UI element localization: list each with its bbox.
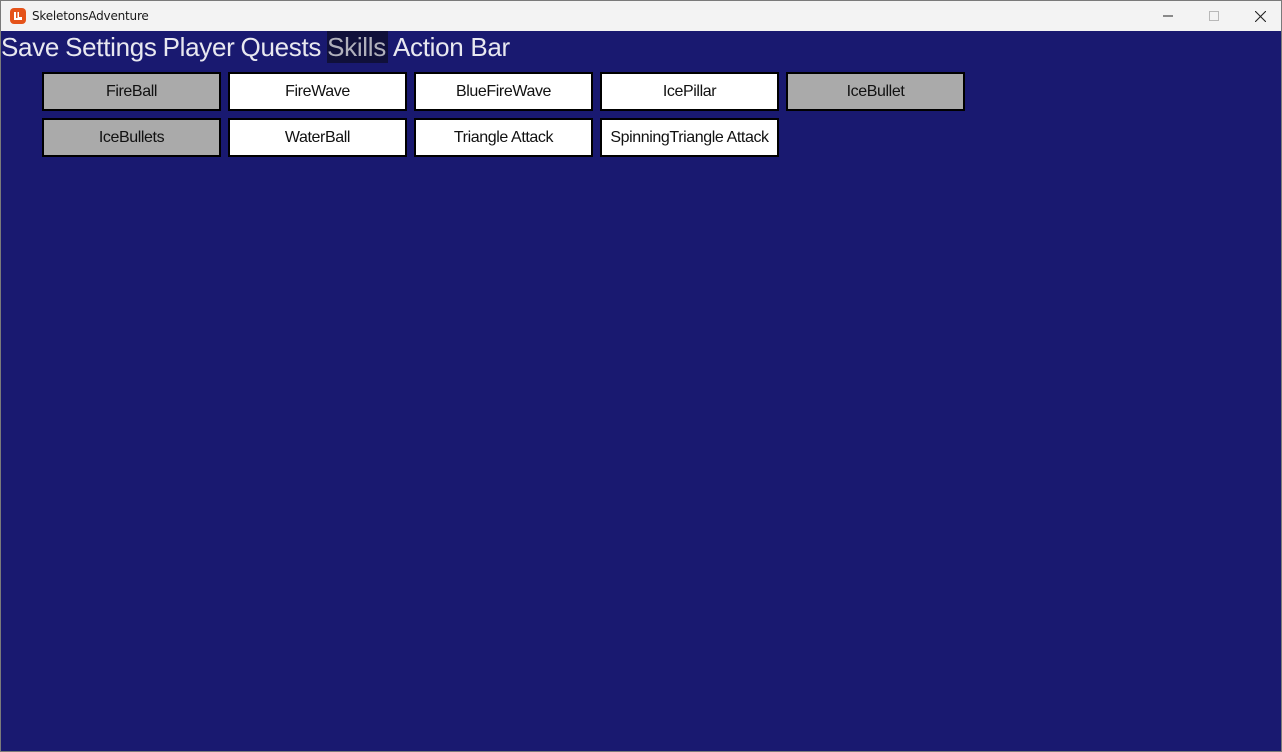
app-window: SkeletonsAdventure Save Settings Player … — [0, 0, 1282, 752]
monogame-icon — [10, 8, 26, 24]
menu-bar: Save Settings Player Quests Skills Actio… — [1, 31, 516, 63]
menu-settings[interactable]: Settings — [65, 31, 160, 63]
minimize-button[interactable] — [1145, 1, 1191, 31]
close-button[interactable] — [1237, 1, 1281, 31]
menu-action-bar[interactable]: Action Bar — [393, 31, 513, 63]
maximize-button[interactable] — [1191, 1, 1237, 31]
maximize-icon — [1209, 11, 1219, 21]
skill-icepillar-button[interactable]: IcePillar — [600, 72, 779, 111]
skill-icebullet-button[interactable]: IceBullet — [786, 72, 965, 111]
skill-firewave-button[interactable]: FireWave — [228, 72, 407, 111]
menu-quests[interactable]: Quests — [241, 31, 325, 63]
skill-icebullets-button[interactable]: IceBullets — [42, 118, 221, 157]
menu-player[interactable]: Player — [163, 31, 238, 63]
menu-save[interactable]: Save — [1, 31, 62, 63]
skills-panel: FireBall FireWave BlueFireWave IcePillar… — [42, 72, 972, 164]
close-icon — [1254, 10, 1266, 22]
title-bar[interactable]: SkeletonsAdventure — [1, 1, 1281, 31]
skill-triangle-attack-button[interactable]: Triangle Attack — [414, 118, 593, 157]
skill-spinning-triangle-attack-button[interactable]: SpinningTriangle Attack — [600, 118, 779, 157]
skill-bluefirewave-button[interactable]: BlueFireWave — [414, 72, 593, 111]
skill-row: FireBall FireWave BlueFireWave IcePillar… — [42, 72, 972, 118]
minimize-icon — [1163, 15, 1173, 17]
menu-skills[interactable]: Skills — [327, 31, 388, 63]
window-title: SkeletonsAdventure — [32, 9, 149, 23]
skill-waterball-button[interactable]: WaterBall — [228, 118, 407, 157]
skill-fireball-button[interactable]: FireBall — [42, 72, 221, 111]
skill-row: IceBullets WaterBall Triangle Attack Spi… — [42, 118, 972, 164]
